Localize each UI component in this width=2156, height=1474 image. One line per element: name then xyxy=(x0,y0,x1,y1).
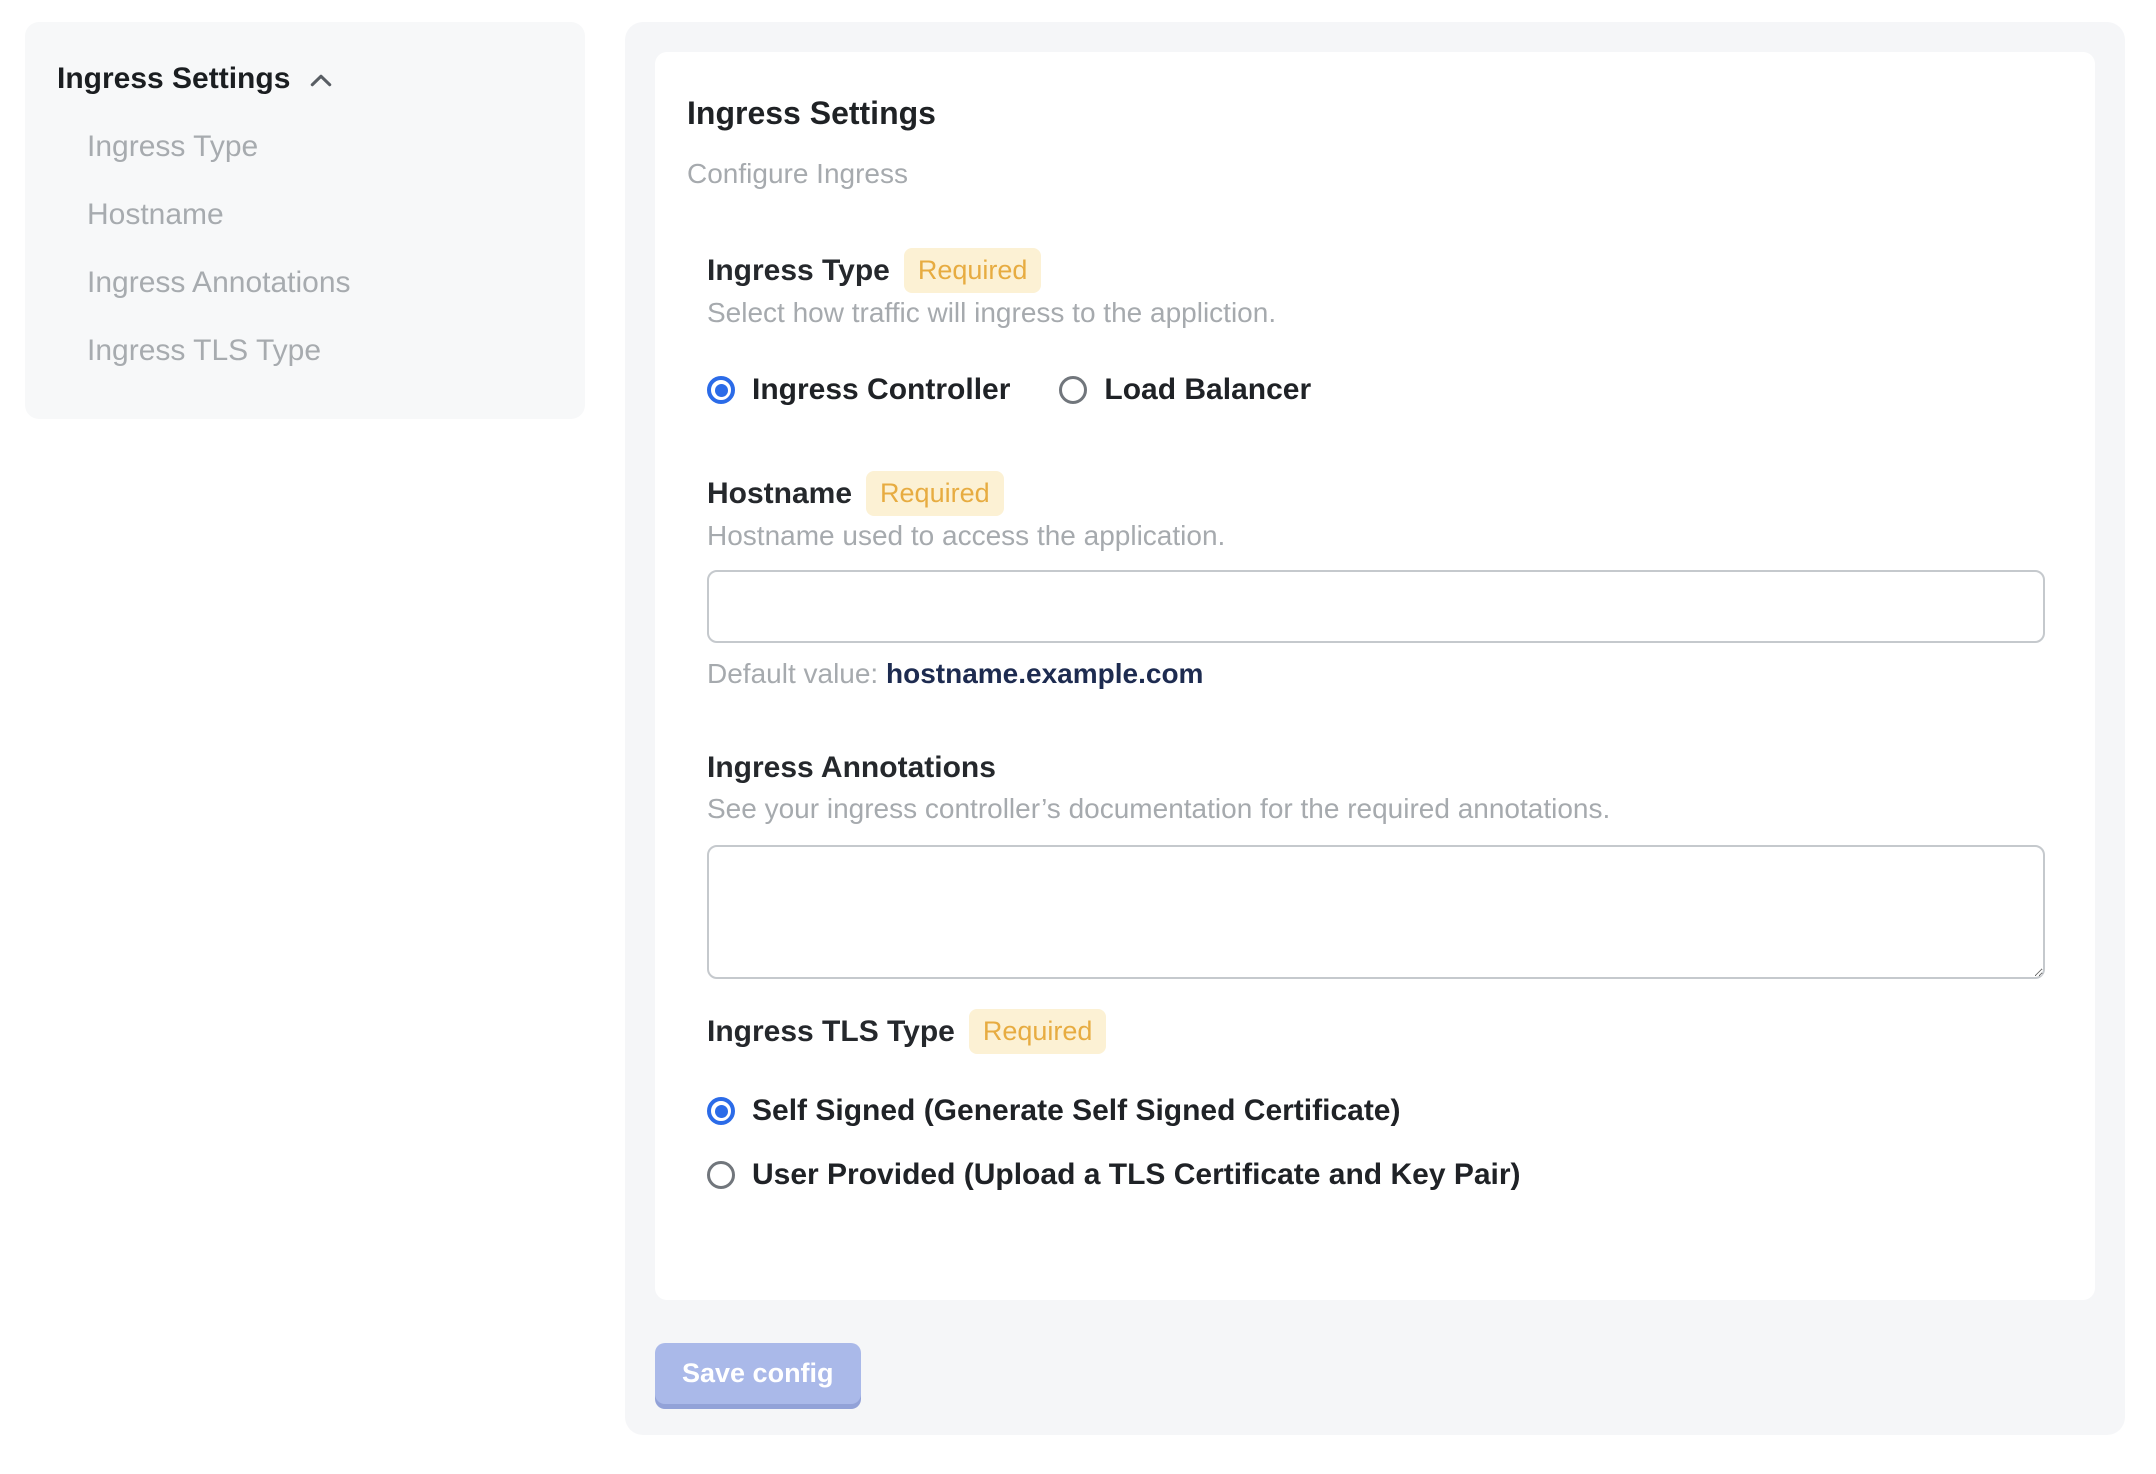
sidebar-item-list: Ingress Type Hostname Ingress Annotation… xyxy=(87,126,553,372)
ingress-type-radio-group: Ingress Controller Load Balancer xyxy=(707,373,2045,407)
radio-label-ingress-controller: Ingress Controller xyxy=(752,373,1011,406)
section-hostname: Hostname Required Hostname used to acces… xyxy=(707,471,2045,691)
ingress-type-label: Ingress Type xyxy=(707,253,890,287)
radio-label-load-balancer: Load Balancer xyxy=(1104,373,1312,406)
radio-option-load-balancer[interactable]: Load Balancer xyxy=(1059,373,1311,407)
section-ingress-annotations: Ingress Annotations See your ingress con… xyxy=(707,747,2045,979)
radio-option-ingress-controller[interactable]: Ingress Controller xyxy=(707,373,1010,407)
save-config-button[interactable]: Save config xyxy=(655,1343,861,1404)
sidebar-item-hostname[interactable]: Hostname xyxy=(87,194,553,236)
form-sections: Ingress Type Required Select how traffic… xyxy=(707,248,2045,1192)
radio-option-self-signed[interactable]: Self Signed (Generate Self Signed Certif… xyxy=(707,1094,2045,1128)
required-badge: Required xyxy=(866,471,1004,516)
hostname-input[interactable] xyxy=(707,570,2045,643)
hostname-label: Hostname xyxy=(707,476,853,510)
hostname-default-line: Default value: hostname.example.com xyxy=(707,657,2045,691)
required-badge: Required xyxy=(968,1009,1107,1054)
ingress-tls-radio-group: Self Signed (Generate Self Signed Certif… xyxy=(707,1094,2045,1192)
sidebar-section-title: Ingress Settings xyxy=(57,62,291,95)
default-value-text: hostname.example.com xyxy=(886,658,1204,689)
page-title: Ingress Settings xyxy=(687,95,936,131)
radio-unselected-icon[interactable] xyxy=(1059,376,1088,404)
chevron-up-icon xyxy=(306,66,336,96)
settings-sidebar: Ingress Settings Ingress Type Hostname I… xyxy=(25,22,585,419)
radio-selected-icon[interactable] xyxy=(707,376,735,404)
radio-label-self-signed: Self Signed (Generate Self Signed Certif… xyxy=(752,1094,1401,1127)
radio-option-user-provided[interactable]: User Provided (Upload a TLS Certificate … xyxy=(707,1158,2045,1192)
ingress-settings-panel: Ingress Settings Configure Ingress Ingre… xyxy=(625,22,2125,1435)
default-value-prefix: Default value: xyxy=(707,658,886,689)
ingress-type-description: Select how traffic will ingress to the a… xyxy=(707,297,1277,328)
hostname-description: Hostname used to access the application. xyxy=(707,520,1226,551)
sidebar-item-ingress-type[interactable]: Ingress Type xyxy=(87,126,553,168)
ingress-annotations-description: See your ingress controller’s documentat… xyxy=(707,793,1611,824)
radio-label-user-provided: User Provided (Upload a TLS Certificate … xyxy=(752,1158,1521,1191)
sidebar-item-ingress-annotations[interactable]: Ingress Annotations xyxy=(87,262,553,304)
page-subtitle: Configure Ingress xyxy=(687,158,909,189)
ingress-annotations-textarea[interactable] xyxy=(707,845,2045,979)
sidebar-item-ingress-tls-type[interactable]: Ingress TLS Type xyxy=(87,330,553,372)
required-badge: Required xyxy=(903,248,1042,293)
ingress-annotations-label: Ingress Annotations xyxy=(707,751,996,784)
radio-selected-icon[interactable] xyxy=(707,1097,735,1125)
ingress-settings-card: Ingress Settings Configure Ingress Ingre… xyxy=(655,52,2095,1300)
section-ingress-tls-type: Ingress TLS Type Required Self Signed (G… xyxy=(707,1009,2045,1192)
sidebar-section-toggle[interactable]: Ingress Settings xyxy=(57,58,553,100)
section-ingress-type: Ingress Type Required Select how traffic… xyxy=(707,248,2045,407)
radio-unselected-icon[interactable] xyxy=(707,1161,735,1189)
ingress-tls-type-label: Ingress TLS Type xyxy=(707,1014,955,1048)
